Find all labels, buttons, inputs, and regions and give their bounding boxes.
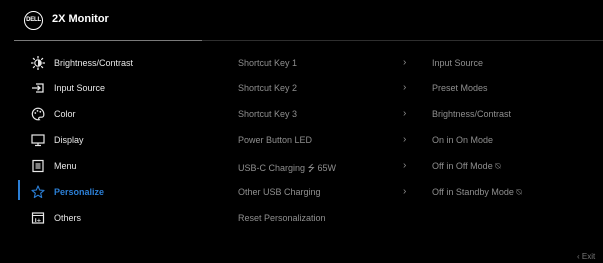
menu-item-label: Menu [54,161,77,171]
menu-icon [31,159,45,173]
option-value: Off in Off Mode ⍉ [432,161,501,171]
chevron-left-icon: ‹ [577,252,580,261]
title-bar: DELL 2X Monitor [0,0,603,40]
option-row-power-button-led[interactable]: Power Button LED › On in On Mode [238,129,538,153]
display-icon [31,133,45,147]
menu-item-input-source[interactable]: Input Source [0,77,200,101]
option-row-shortcut-key-1[interactable]: Shortcut Key 1 › Input Source [238,52,538,76]
dell-logo: DELL [24,11,43,30]
selection-indicator [18,180,20,200]
header-divider-dim [202,40,603,41]
chevron-right-icon: › [403,57,407,68]
option-row-reset-personalization[interactable]: Reset Personalization [238,207,538,231]
option-value: Input Source [432,58,484,68]
option-label: Shortcut Key 3 [238,109,298,119]
option-label: Shortcut Key 2 [238,83,298,93]
chevron-right-icon: › [403,82,407,93]
chevron-right-icon: › [403,160,407,171]
option-row-other-usb-charging[interactable]: Other USB Charging › Off in Standby Mode… [238,181,538,205]
menu-item-personalize[interactable]: Personalize [0,180,200,205]
option-value: Preset Modes [432,83,488,93]
option-label: Shortcut Key 1 [238,58,298,68]
option-label: USB-C Charging ⭍ 65W [238,163,337,173]
option-row-shortcut-key-2[interactable]: Shortcut Key 2 › Preset Modes [238,77,538,101]
color-palette-icon [31,107,45,121]
option-value: Off in Standby Mode ⍉ [432,187,522,197]
exit-button[interactable]: ‹ Exit [577,252,595,261]
chevron-right-icon: › [403,108,407,119]
option-value: Brightness/Contrast [432,109,512,119]
menu-item-others[interactable]: i+ Others [0,207,200,231]
menu-item-label: Input Source [54,83,106,93]
option-value: On in On Mode [432,135,494,145]
option-label: Other USB Charging [238,187,321,197]
option-row-usb-c-charging[interactable]: USB-C Charging ⭍ 65W › Off in Off Mode ⍉ [238,155,538,179]
exit-label: Exit [581,252,596,261]
input-source-icon [31,81,45,95]
option-label: Reset Personalization [238,213,326,223]
menu-item-label: Display [54,135,84,145]
svg-text:i+: i+ [35,218,42,224]
menu-item-label: Personalize [54,187,105,197]
header-divider [14,40,202,41]
others-icon: i+ [31,211,45,225]
menu-item-label: Color [54,109,76,119]
menu-item-brightness-contrast[interactable]: Brightness/Contrast [0,52,200,76]
menu-item-label: Others [54,213,82,223]
menu-item-menu[interactable]: Menu [0,155,200,179]
chevron-right-icon: › [403,186,407,197]
option-label: Power Button LED [238,135,313,145]
menu-item-label: Brightness/Contrast [54,58,134,68]
star-icon [31,185,45,199]
menu-item-color[interactable]: Color [0,103,200,127]
menu-item-display[interactable]: Display [0,129,200,153]
monitor-title: 2X Monitor [52,13,109,25]
brightness-icon [31,56,45,70]
chevron-right-icon: › [403,134,407,145]
option-row-shortcut-key-3[interactable]: Shortcut Key 3 › Brightness/Contrast [238,103,538,127]
